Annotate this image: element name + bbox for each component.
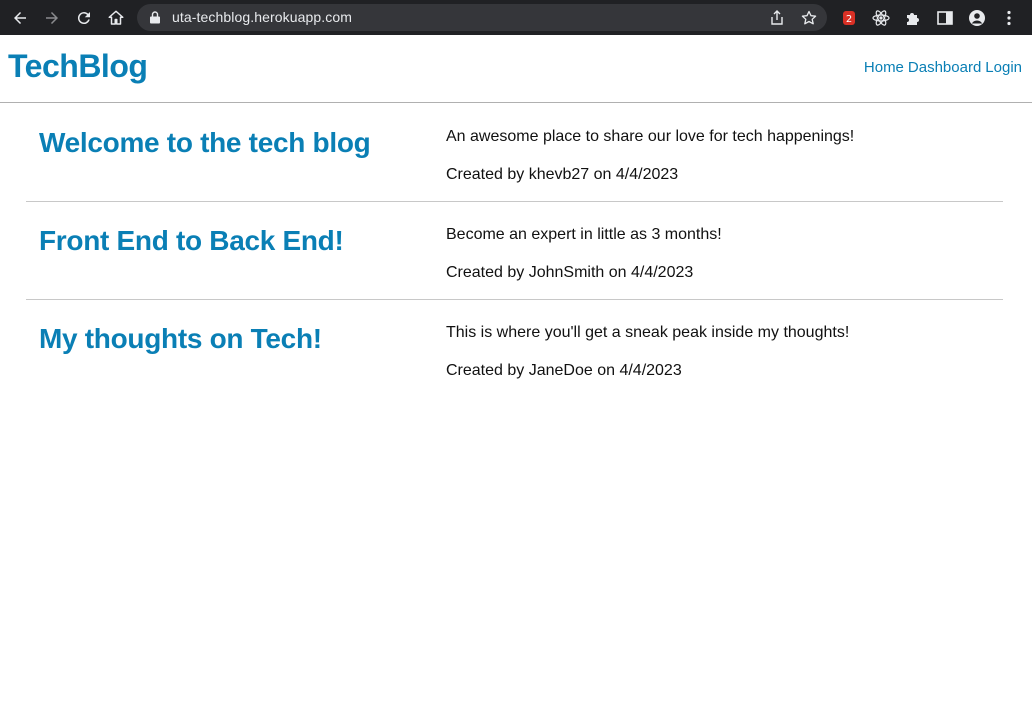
profile-button[interactable] xyxy=(965,6,989,30)
side-panel-icon xyxy=(937,11,953,25)
avatar-icon xyxy=(969,10,985,26)
home-icon xyxy=(108,10,124,25)
site-header: TechBlog Home Dashboard Login xyxy=(0,35,1032,103)
svg-text:2: 2 xyxy=(846,14,852,25)
menu-button[interactable] xyxy=(997,6,1021,30)
star-icon xyxy=(801,10,817,25)
home-button[interactable] xyxy=(104,6,128,30)
nav-login-link[interactable]: Login xyxy=(985,59,1022,76)
post-list: Welcome to the tech blog An awesome plac… xyxy=(26,104,1003,398)
post-item: My thoughts on Tech! This is where you'l… xyxy=(26,300,1003,398)
side-panel-button[interactable] xyxy=(933,6,957,30)
extensions-button[interactable] xyxy=(901,6,925,30)
post-meta: Created by JaneDoe on 4/4/2023 xyxy=(446,362,682,379)
post-description: Become an expert in little as 3 months! xyxy=(446,226,722,243)
arrow-right-icon xyxy=(46,12,58,24)
post-meta: Created by JohnSmith on 4/4/2023 xyxy=(446,264,694,281)
nav-dashboard-link[interactable]: Dashboard xyxy=(908,59,981,76)
post-title[interactable]: My thoughts on Tech! xyxy=(39,323,322,355)
post-meta: Created by khevb27 on 4/4/2023 xyxy=(446,166,679,183)
kebab-menu-icon xyxy=(1007,10,1011,26)
forward-button[interactable] xyxy=(40,6,64,30)
site-brand[interactable]: TechBlog xyxy=(8,48,148,85)
post-item: Front End to Back End! Become an expert … xyxy=(26,202,1003,300)
arrow-left-icon xyxy=(14,12,26,24)
url-text[interactable]: uta-techblog.herokuapp.com xyxy=(172,9,352,25)
post-item: Welcome to the tech blog An awesome plac… xyxy=(26,104,1003,202)
browser-toolbar: uta-techblog.herokuapp.com 2 xyxy=(0,0,1032,35)
post-description: An awesome place to share our love for t… xyxy=(446,128,855,145)
share-button[interactable] xyxy=(767,8,787,28)
puzzle-icon xyxy=(907,13,919,25)
back-button[interactable] xyxy=(8,6,32,30)
share-icon xyxy=(771,10,783,25)
post-description: This is where you'll get a sneak peak in… xyxy=(446,324,850,341)
site-nav: Home Dashboard Login xyxy=(864,59,1022,76)
red-extension-icon: 2 xyxy=(843,11,855,25)
bookmark-button[interactable] xyxy=(799,8,819,28)
nav-home-link[interactable]: Home xyxy=(864,59,904,76)
lock-icon xyxy=(150,11,160,24)
extension-red-button[interactable]: 2 xyxy=(837,6,861,30)
post-title[interactable]: Front End to Back End! xyxy=(39,225,344,257)
reload-button[interactable] xyxy=(72,6,96,30)
atom-icon xyxy=(872,10,890,26)
address-bar[interactable]: uta-techblog.herokuapp.com xyxy=(137,4,827,31)
post-title[interactable]: Welcome to the tech blog xyxy=(39,127,371,159)
reload-icon xyxy=(77,12,90,25)
react-devtools-button[interactable] xyxy=(869,6,893,30)
